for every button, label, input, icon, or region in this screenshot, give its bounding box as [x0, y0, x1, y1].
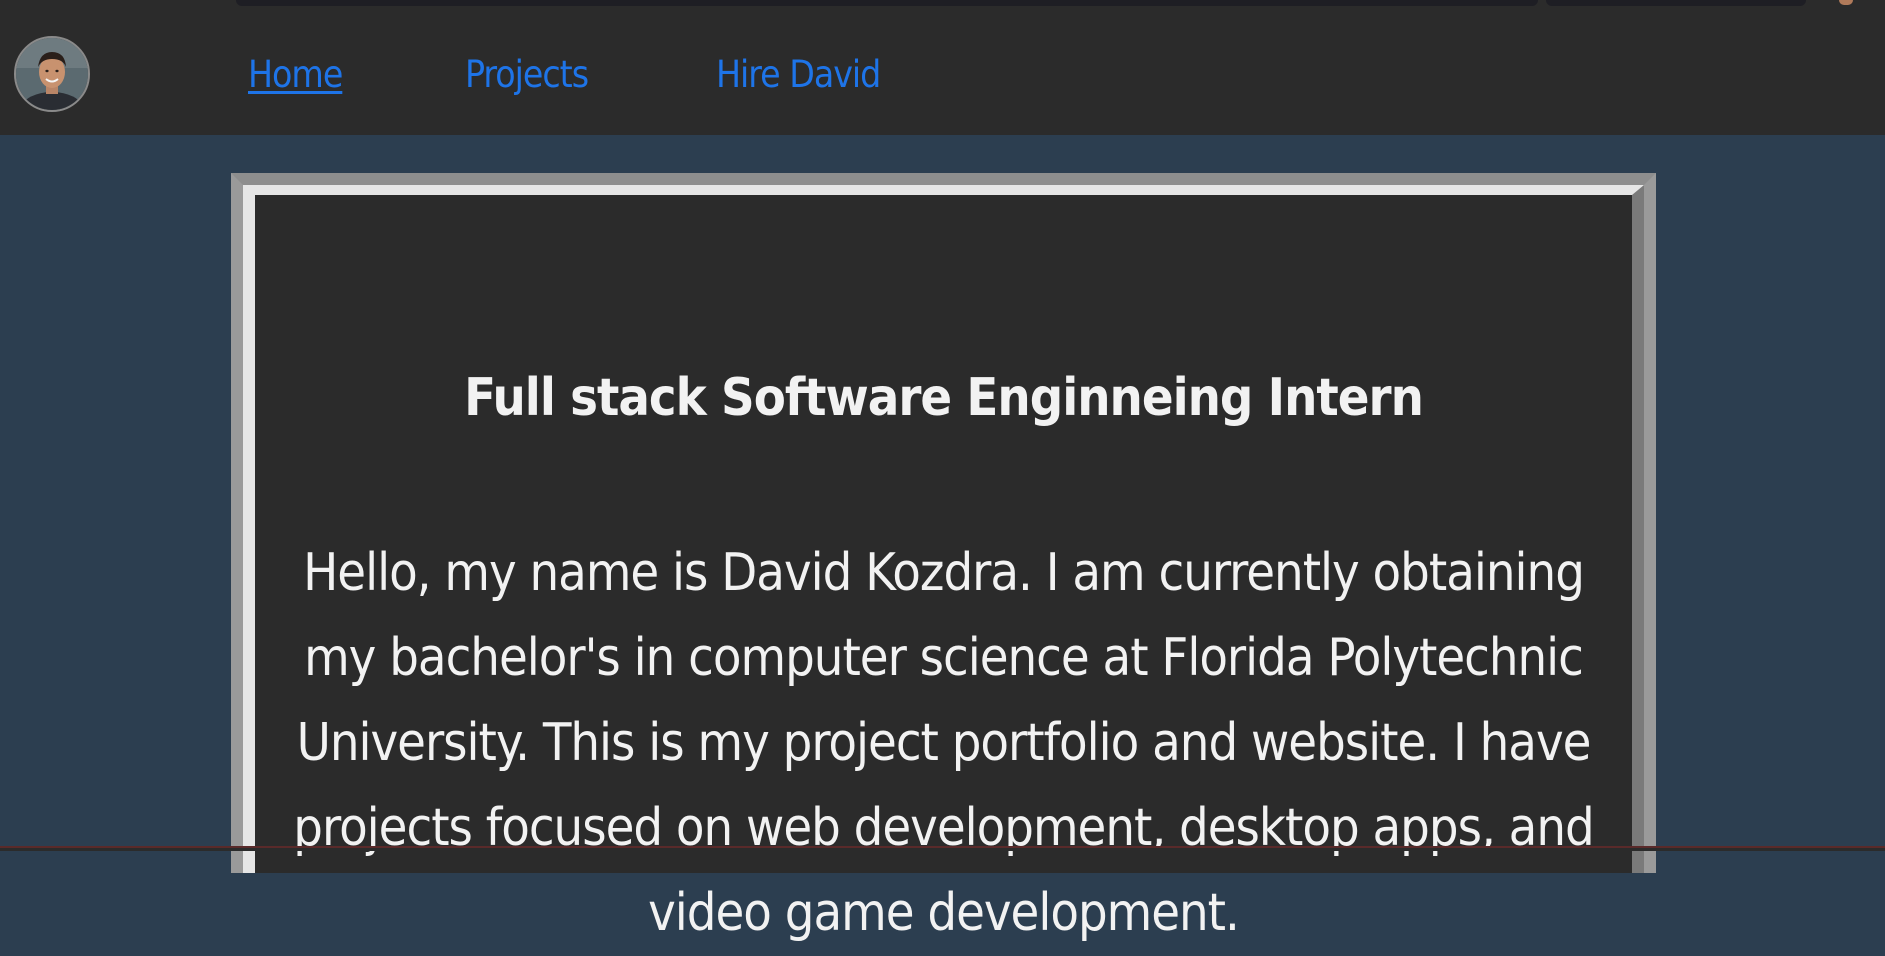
avatar[interactable] — [14, 36, 90, 112]
browser-toolbar-edge — [236, 0, 1538, 6]
page-bottom-edge — [0, 846, 1885, 851]
nav-link-hire-david[interactable]: Hire David — [716, 53, 881, 97]
intro-paragraph: Hello, my name is David Kozdra. I am cur… — [293, 543, 1594, 943]
browser-toolbar-edge-right — [1546, 0, 1806, 6]
profile-avatar-edge — [1839, 0, 1853, 5]
bottom-accent-line — [0, 846, 1885, 848]
intro-card: Full stack Software Enginneing Intern He… — [231, 173, 1656, 943]
intro-card-content: Full stack Software Enginneing Intern He… — [243, 185, 1644, 943]
site-navbar: Home Projects Hire David — [0, 9, 1885, 135]
profile-photo — [16, 38, 88, 110]
browser-top-strip — [0, 0, 1885, 9]
nav-link-projects[interactable]: Projects — [465, 53, 589, 97]
nav-link-home[interactable]: Home — [248, 53, 343, 97]
page-title: Full stack Software Enginneing Intern — [464, 368, 1424, 428]
